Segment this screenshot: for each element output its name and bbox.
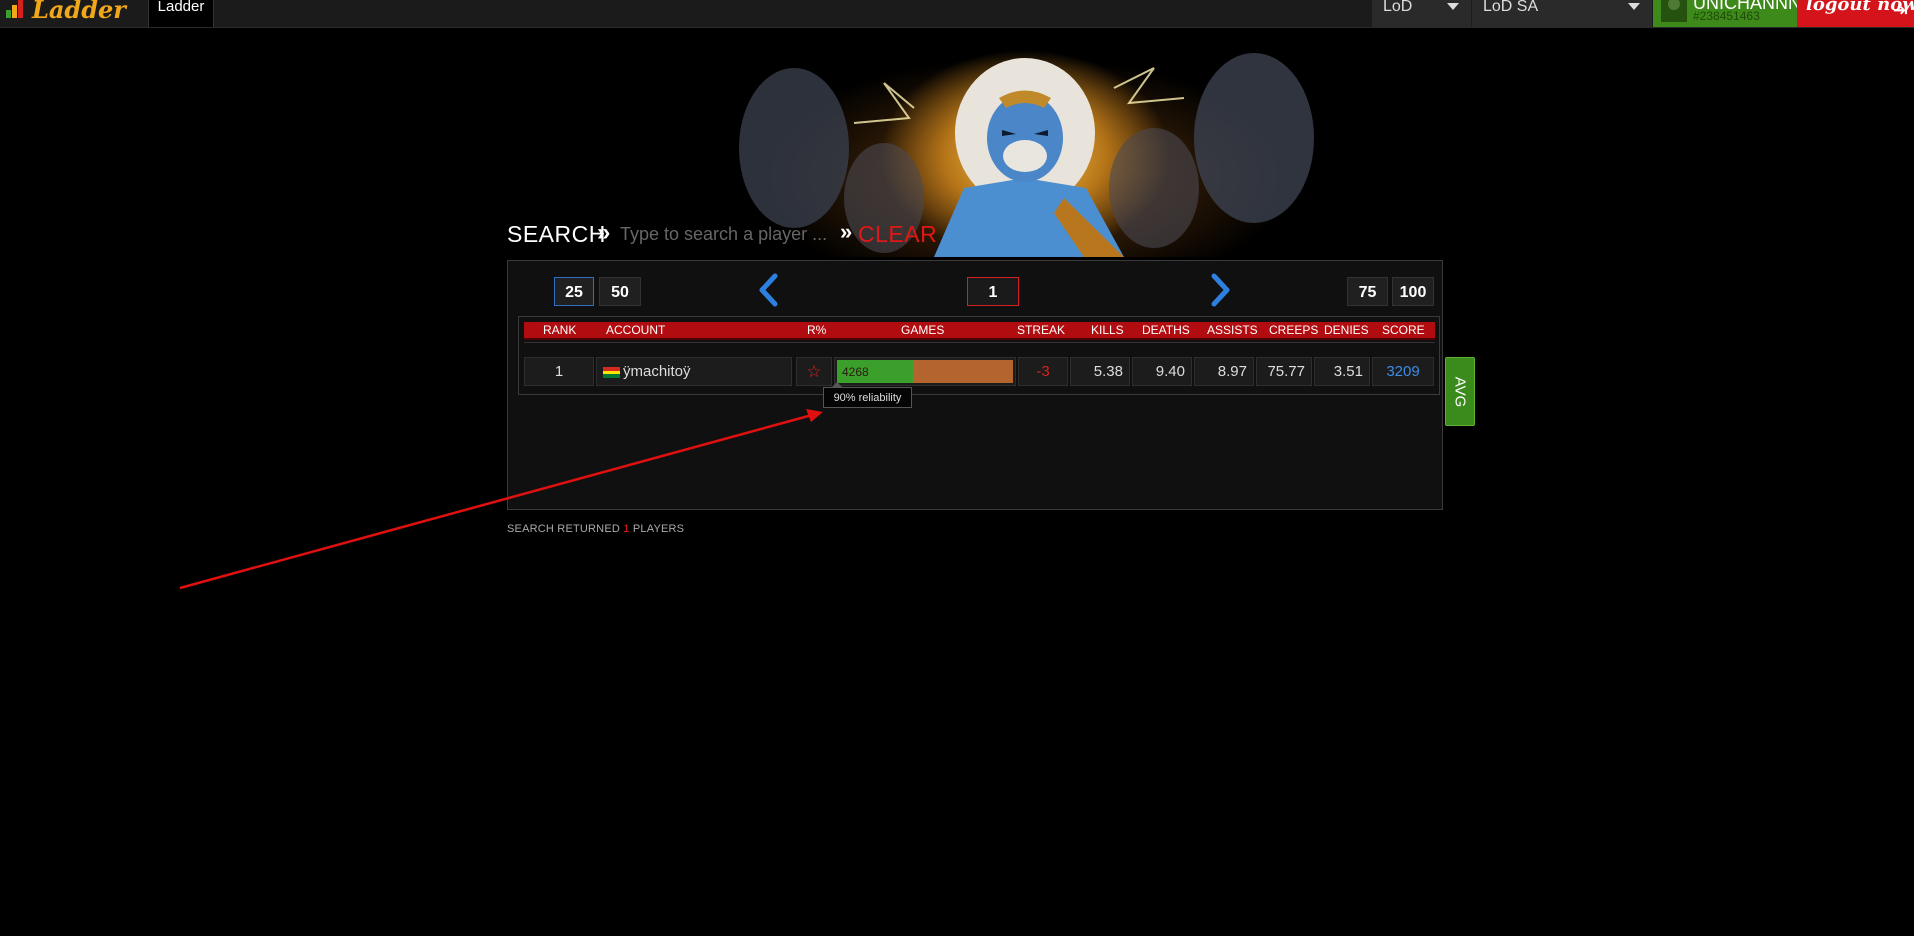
col-score[interactable]: SCORE: [1382, 323, 1425, 337]
cell-denies: 3.51: [1314, 357, 1370, 386]
caret-down-icon: [1628, 3, 1640, 10]
cell-assists: 8.97: [1194, 357, 1254, 386]
chevron-right-icon[interactable]: [1209, 272, 1233, 308]
caret-down-icon: [1447, 3, 1459, 10]
user-profile[interactable]: UNICHANNN #238451463: [1653, 0, 1797, 27]
avg-label: AVG: [1451, 376, 1469, 407]
logout-icon: ⇥: [1892, 0, 1908, 20]
col-rank[interactable]: RANK: [543, 323, 576, 337]
top-bar: Ladder Ladder LoD LoD SA UNICHANNN #2384…: [0, 0, 1914, 28]
header-divider: [524, 342, 1435, 343]
tab-ladder[interactable]: Ladder: [148, 0, 214, 27]
cell-score: 3209: [1372, 357, 1434, 386]
mode-select-value: LoD: [1383, 0, 1413, 15]
page-size-100[interactable]: 100: [1392, 277, 1434, 306]
clear-button[interactable]: CLEAR: [858, 221, 937, 248]
page-size-25[interactable]: 25: [554, 277, 594, 306]
double-chevron-right-icon: »: [840, 219, 853, 244]
cell-creeps: 75.77: [1256, 357, 1312, 386]
cell-kills: 5.38: [1070, 357, 1130, 386]
logout-button[interactable]: logout now ⇥: [1797, 0, 1914, 27]
result-count: 1: [623, 523, 630, 535]
region-select-value: LoD SA: [1483, 0, 1539, 15]
reliability-tooltip: 90% reliability: [823, 382, 912, 408]
cell-games[interactable]: 4268: [834, 357, 1016, 386]
col-assists[interactable]: ASSISTS: [1207, 323, 1258, 337]
page-size-50[interactable]: 50: [599, 277, 641, 306]
logo[interactable]: Ladder: [6, 0, 126, 24]
table-header: RANK ACCOUNT R% GAMES STREAK KILLS DEATH…: [524, 322, 1435, 340]
star-icon: ☆: [806, 362, 822, 381]
account-name: ÿmachitoÿ: [623, 363, 691, 380]
cell-rank: 1: [524, 357, 594, 386]
col-kills[interactable]: KILLS: [1091, 323, 1124, 337]
avg-button[interactable]: AVG: [1445, 357, 1475, 426]
result-prefix: SEARCH RETURNED: [507, 523, 621, 535]
mode-select[interactable]: LoD: [1372, 0, 1471, 27]
games-count: 4268: [842, 365, 869, 379]
col-deaths[interactable]: DEATHS: [1142, 323, 1190, 337]
cell-streak: -3: [1018, 357, 1068, 386]
search-input[interactable]: [620, 220, 845, 248]
col-games[interactable]: GAMES: [901, 323, 944, 337]
page-size-75[interactable]: 75: [1347, 277, 1388, 306]
search-label: SEARCH: [507, 221, 606, 247]
bar-chart-icon: [6, 0, 26, 18]
avatar: [1661, 0, 1687, 22]
cell-deaths: 9.40: [1132, 357, 1192, 386]
cell-account[interactable]: ÿmachitoÿ: [596, 357, 792, 386]
search-result-summary: SEARCH RETURNED 1 PLAYERS: [507, 523, 684, 535]
result-suffix: PLAYERS: [632, 523, 685, 535]
user-id: #238451463: [1693, 9, 1760, 23]
cell-reliability[interactable]: ☆: [796, 357, 832, 386]
chevron-left-icon[interactable]: [756, 272, 780, 308]
col-denies[interactable]: DENIES: [1324, 323, 1369, 337]
col-streak[interactable]: STREAK: [1017, 323, 1065, 337]
logo-text: Ladder: [32, 0, 126, 24]
win-loss-bar: 4268: [837, 360, 1013, 383]
region-select[interactable]: LoD SA: [1472, 0, 1652, 27]
current-page[interactable]: 1: [967, 277, 1019, 306]
col-creeps[interactable]: CREEPS: [1269, 323, 1318, 337]
double-chevron-right-icon: »: [597, 219, 611, 246]
col-account[interactable]: ACCOUNT: [606, 323, 665, 337]
col-reliability[interactable]: R%: [807, 323, 826, 337]
flag-icon: [603, 367, 620, 378]
